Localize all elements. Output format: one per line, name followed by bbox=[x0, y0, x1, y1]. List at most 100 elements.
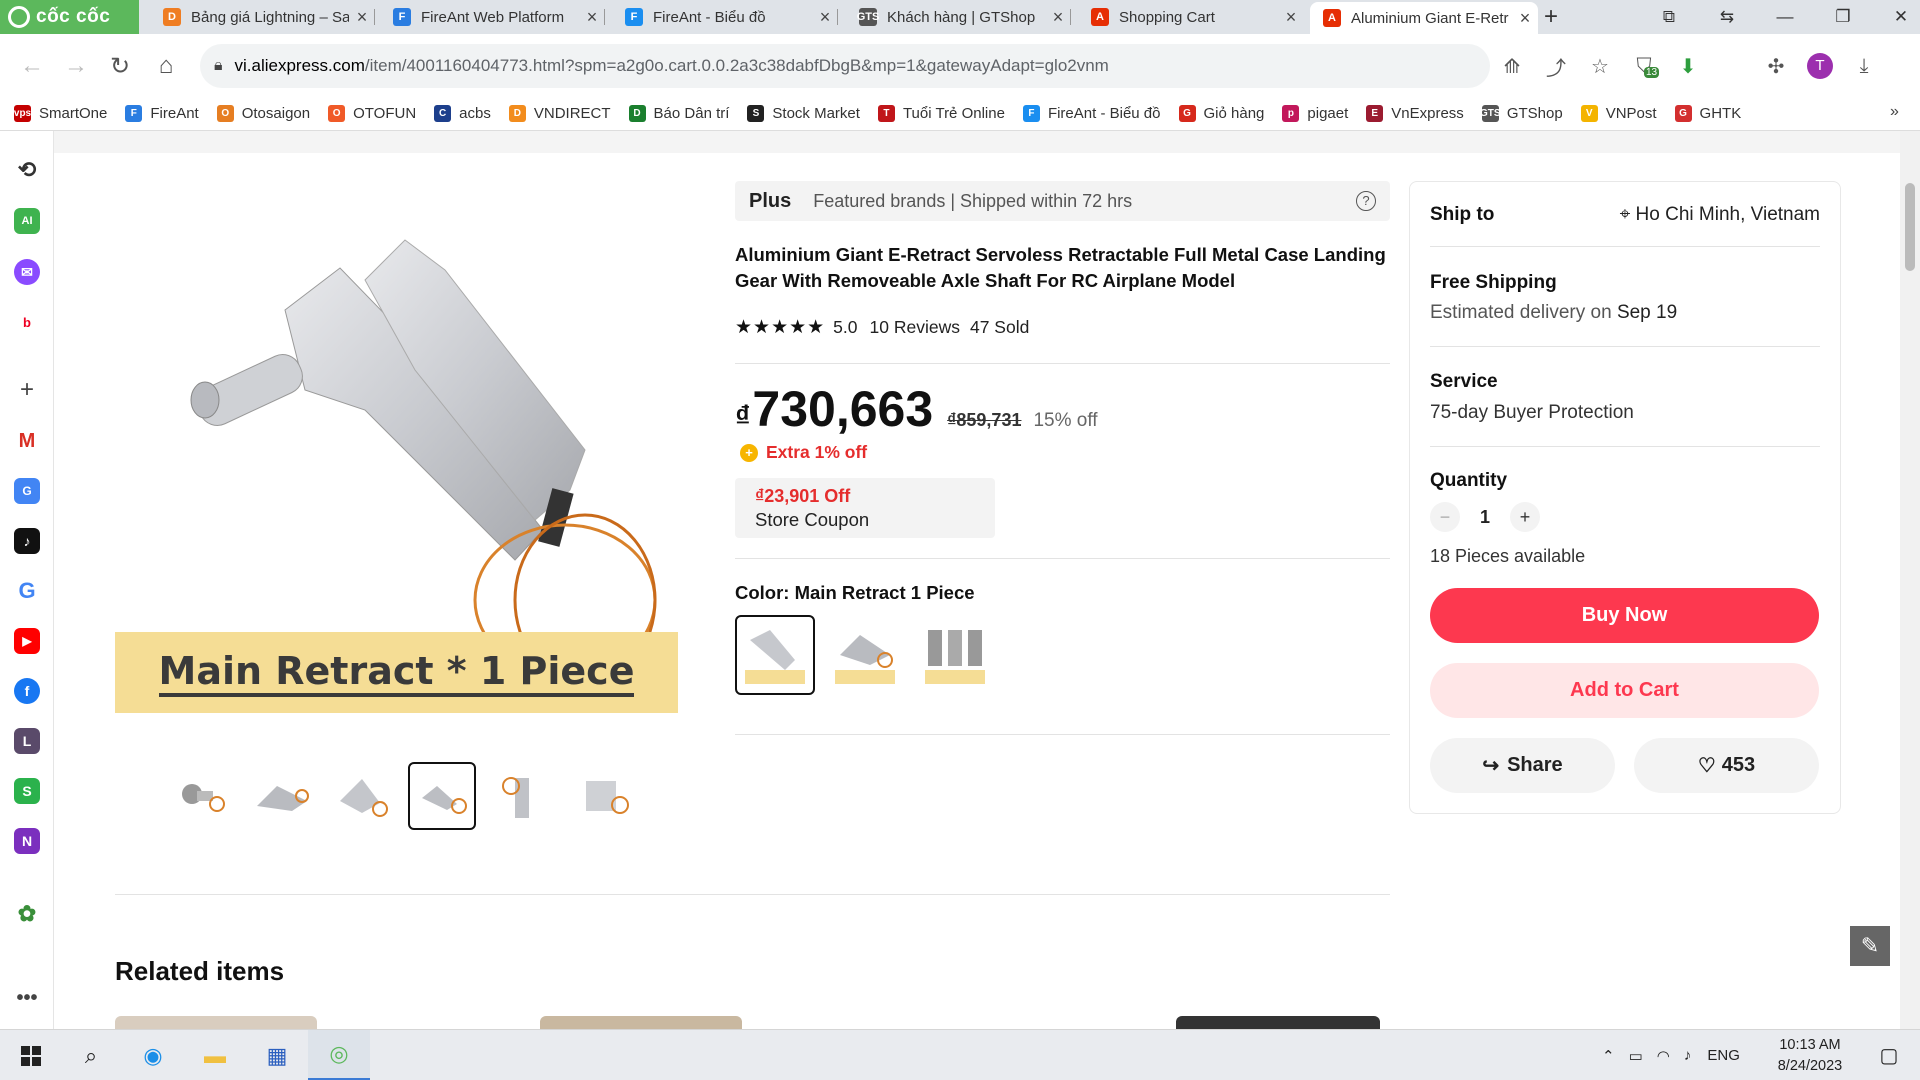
share-page-icon[interactable]: ⤴ bbox=[1534, 52, 1578, 81]
bookmark-item[interactable]: O Otosaigon bbox=[216, 105, 310, 122]
minimize-button[interactable]: — bbox=[1756, 7, 1814, 27]
bookmark-item[interactable]: D VNDIRECT bbox=[508, 105, 611, 122]
youtube-icon[interactable]: ▶ bbox=[14, 628, 40, 654]
file-explorer-icon[interactable]: ▬ bbox=[184, 1030, 246, 1080]
back-button[interactable]: ← bbox=[12, 46, 52, 86]
bookmark-star-icon[interactable]: ☆ bbox=[1578, 54, 1622, 79]
tab-close-icon[interactable]: × bbox=[812, 7, 838, 28]
quantity-minus-button[interactable]: − bbox=[1430, 502, 1460, 532]
puzzle-extensions-icon[interactable]: ✣ bbox=[1754, 54, 1798, 79]
reviews-link[interactable]: 10 Reviews bbox=[870, 317, 960, 338]
sheets-icon[interactable]: S bbox=[14, 778, 40, 804]
tiktok-icon[interactable]: ♪ bbox=[14, 528, 40, 554]
tab-close-icon[interactable]: × bbox=[579, 7, 605, 28]
profile-avatar[interactable]: T bbox=[1798, 53, 1842, 79]
share-button[interactable]: ↪ Share bbox=[1430, 738, 1615, 793]
maximize-button[interactable]: ❐ bbox=[1814, 7, 1872, 27]
bookmark-item[interactable]: V VNPost bbox=[1580, 105, 1657, 122]
bookmark-item[interactable]: vps SmartOne bbox=[14, 105, 107, 122]
help-icon[interactable]: ? bbox=[1356, 191, 1376, 211]
bookmark-item[interactable]: F FireAnt bbox=[125, 105, 199, 122]
browser-tab[interactable]: GTS Khách hàng | GTShop × bbox=[846, 0, 1071, 34]
store-coupon[interactable]: ₫23,901 Off Store Coupon bbox=[735, 478, 995, 538]
browser-logo[interactable]: cốc cốc bbox=[0, 0, 139, 34]
tab-search-icon[interactable]: ⧉ bbox=[1640, 7, 1698, 27]
history-icon[interactable]: ⟲ bbox=[14, 157, 40, 183]
quantity-value[interactable]: 1 bbox=[1460, 507, 1510, 528]
tab-close-icon[interactable]: × bbox=[1278, 7, 1304, 28]
quantity-plus-button[interactable]: + bbox=[1510, 502, 1540, 532]
coccoc-settings-icon[interactable]: ✿ bbox=[14, 901, 40, 927]
start-button[interactable] bbox=[0, 1030, 62, 1080]
thumbnail[interactable] bbox=[488, 762, 556, 830]
downloads-icon[interactable]: ⤓ bbox=[1842, 55, 1886, 78]
close-window-button[interactable]: ✕ bbox=[1872, 7, 1920, 27]
browser-tab[interactable]: F FireAnt Web Platform × bbox=[380, 0, 605, 34]
tab-close-icon[interactable]: × bbox=[1045, 7, 1071, 28]
color-option[interactable] bbox=[915, 615, 995, 695]
bookmark-item[interactable]: GTS GTShop bbox=[1480, 105, 1563, 122]
bookmark-item[interactable]: Cacbs bbox=[434, 105, 491, 122]
bookmark-item[interactable]: G GHTK bbox=[1674, 105, 1741, 122]
browser-tab[interactable]: D Bảng giá Lightning – Sa × bbox=[150, 0, 375, 34]
tab-close-icon[interactable]: × bbox=[1512, 8, 1538, 29]
ship-to-row[interactable]: Ship to ⌖ Ho Chi Minh, Vietnam bbox=[1430, 204, 1820, 226]
notifications-icon[interactable]: ▢ bbox=[1858, 1030, 1920, 1080]
address-bar[interactable]: 🔒︎ vi.aliexpress.com/item/4001160404773.… bbox=[200, 44, 1490, 88]
add-to-cart-button[interactable]: Add to Cart bbox=[1430, 663, 1819, 718]
search-icon[interactable]: ⌕ bbox=[60, 1030, 122, 1080]
bookmark-item[interactable]: p pigaet bbox=[1282, 105, 1348, 122]
extension-shield-icon[interactable]: ⛉ 13 bbox=[1622, 55, 1666, 78]
back-forward-icon[interactable]: ⇆ bbox=[1698, 7, 1756, 27]
browser-tab[interactable]: A Shopping Cart × bbox=[1078, 0, 1304, 34]
coccoc-taskbar-icon[interactable]: ◎ bbox=[308, 1030, 370, 1080]
forward-button[interactable]: → bbox=[56, 46, 96, 86]
add-icon[interactable]: + bbox=[14, 376, 40, 403]
messenger-icon[interactable]: ✉ bbox=[14, 259, 40, 285]
app-icon[interactable]: b bbox=[14, 309, 40, 335]
bookmark-item[interactable]: E VnExpress bbox=[1366, 105, 1464, 122]
store-icon[interactable]: ▦ bbox=[246, 1030, 308, 1080]
download-green-icon[interactable]: ⬇ bbox=[1666, 54, 1710, 79]
thumbnail[interactable] bbox=[248, 762, 316, 830]
bookmarks-overflow-icon[interactable]: » bbox=[1890, 103, 1899, 121]
new-tab-button[interactable]: + bbox=[1544, 3, 1558, 31]
chevron-up-icon[interactable]: ⌃ bbox=[1602, 1047, 1615, 1065]
browser-tab[interactable]: F FireAnt - Biểu đồ × bbox=[612, 0, 838, 34]
reload-button[interactable]: ↻ bbox=[100, 46, 140, 86]
translate-side-icon[interactable]: G bbox=[14, 478, 40, 504]
thumbnail[interactable] bbox=[568, 762, 636, 830]
bookmark-item[interactable]: S Stock Market bbox=[747, 105, 860, 122]
thumbnail-selected[interactable] bbox=[408, 762, 476, 830]
tab-close-icon[interactable]: × bbox=[349, 7, 375, 28]
language-indicator[interactable]: ENG bbox=[1707, 1047, 1740, 1064]
service-value[interactable]: 75-day Buyer Protection bbox=[1430, 402, 1820, 424]
home-button[interactable]: ⌂ bbox=[146, 46, 186, 86]
page-scrollbar[interactable] bbox=[1900, 131, 1920, 1029]
volume-icon[interactable]: ♪ bbox=[1684, 1047, 1692, 1064]
translate-icon[interactable]: ⟰ bbox=[1490, 54, 1534, 79]
bookmark-item[interactable]: G Giỏ hàng bbox=[1178, 105, 1264, 122]
battery-icon[interactable]: ▭ bbox=[1629, 1047, 1643, 1065]
bookmark-item[interactable]: D Báo Dân trí bbox=[628, 105, 729, 122]
edge-icon[interactable]: ◉ bbox=[122, 1030, 184, 1080]
google-icon[interactable]: G bbox=[14, 578, 40, 604]
more-icon[interactable]: ••• bbox=[14, 985, 40, 1011]
thumbnail[interactable] bbox=[168, 762, 236, 830]
edit-pen-icon[interactable]: ✎ bbox=[1850, 926, 1890, 966]
color-option-selected[interactable] bbox=[735, 615, 815, 695]
bookmark-item[interactable]: T Tuổi Trẻ Online bbox=[877, 105, 1005, 122]
lingo-icon[interactable]: L bbox=[14, 728, 40, 754]
bookmark-item[interactable]: F FireAnt - Biểu đồ bbox=[1022, 105, 1161, 122]
buy-now-button[interactable]: Buy Now bbox=[1430, 588, 1819, 643]
notion-icon[interactable]: N bbox=[14, 828, 40, 854]
scrollbar-thumb[interactable] bbox=[1905, 183, 1915, 271]
clock[interactable]: 10:13 AM 8/24/2023 bbox=[1755, 1035, 1865, 1077]
gmail-icon[interactable]: M bbox=[14, 428, 40, 454]
facebook-icon[interactable]: f bbox=[14, 678, 40, 704]
ai-icon[interactable]: AI bbox=[14, 208, 40, 234]
wishlist-button[interactable]: ♡ 453 bbox=[1634, 738, 1819, 793]
tab-active[interactable]: A Aluminium Giant E-Retr × bbox=[1310, 2, 1538, 34]
thumbnail[interactable] bbox=[328, 762, 396, 830]
bookmark-item[interactable]: O OTOFUN bbox=[328, 105, 416, 122]
